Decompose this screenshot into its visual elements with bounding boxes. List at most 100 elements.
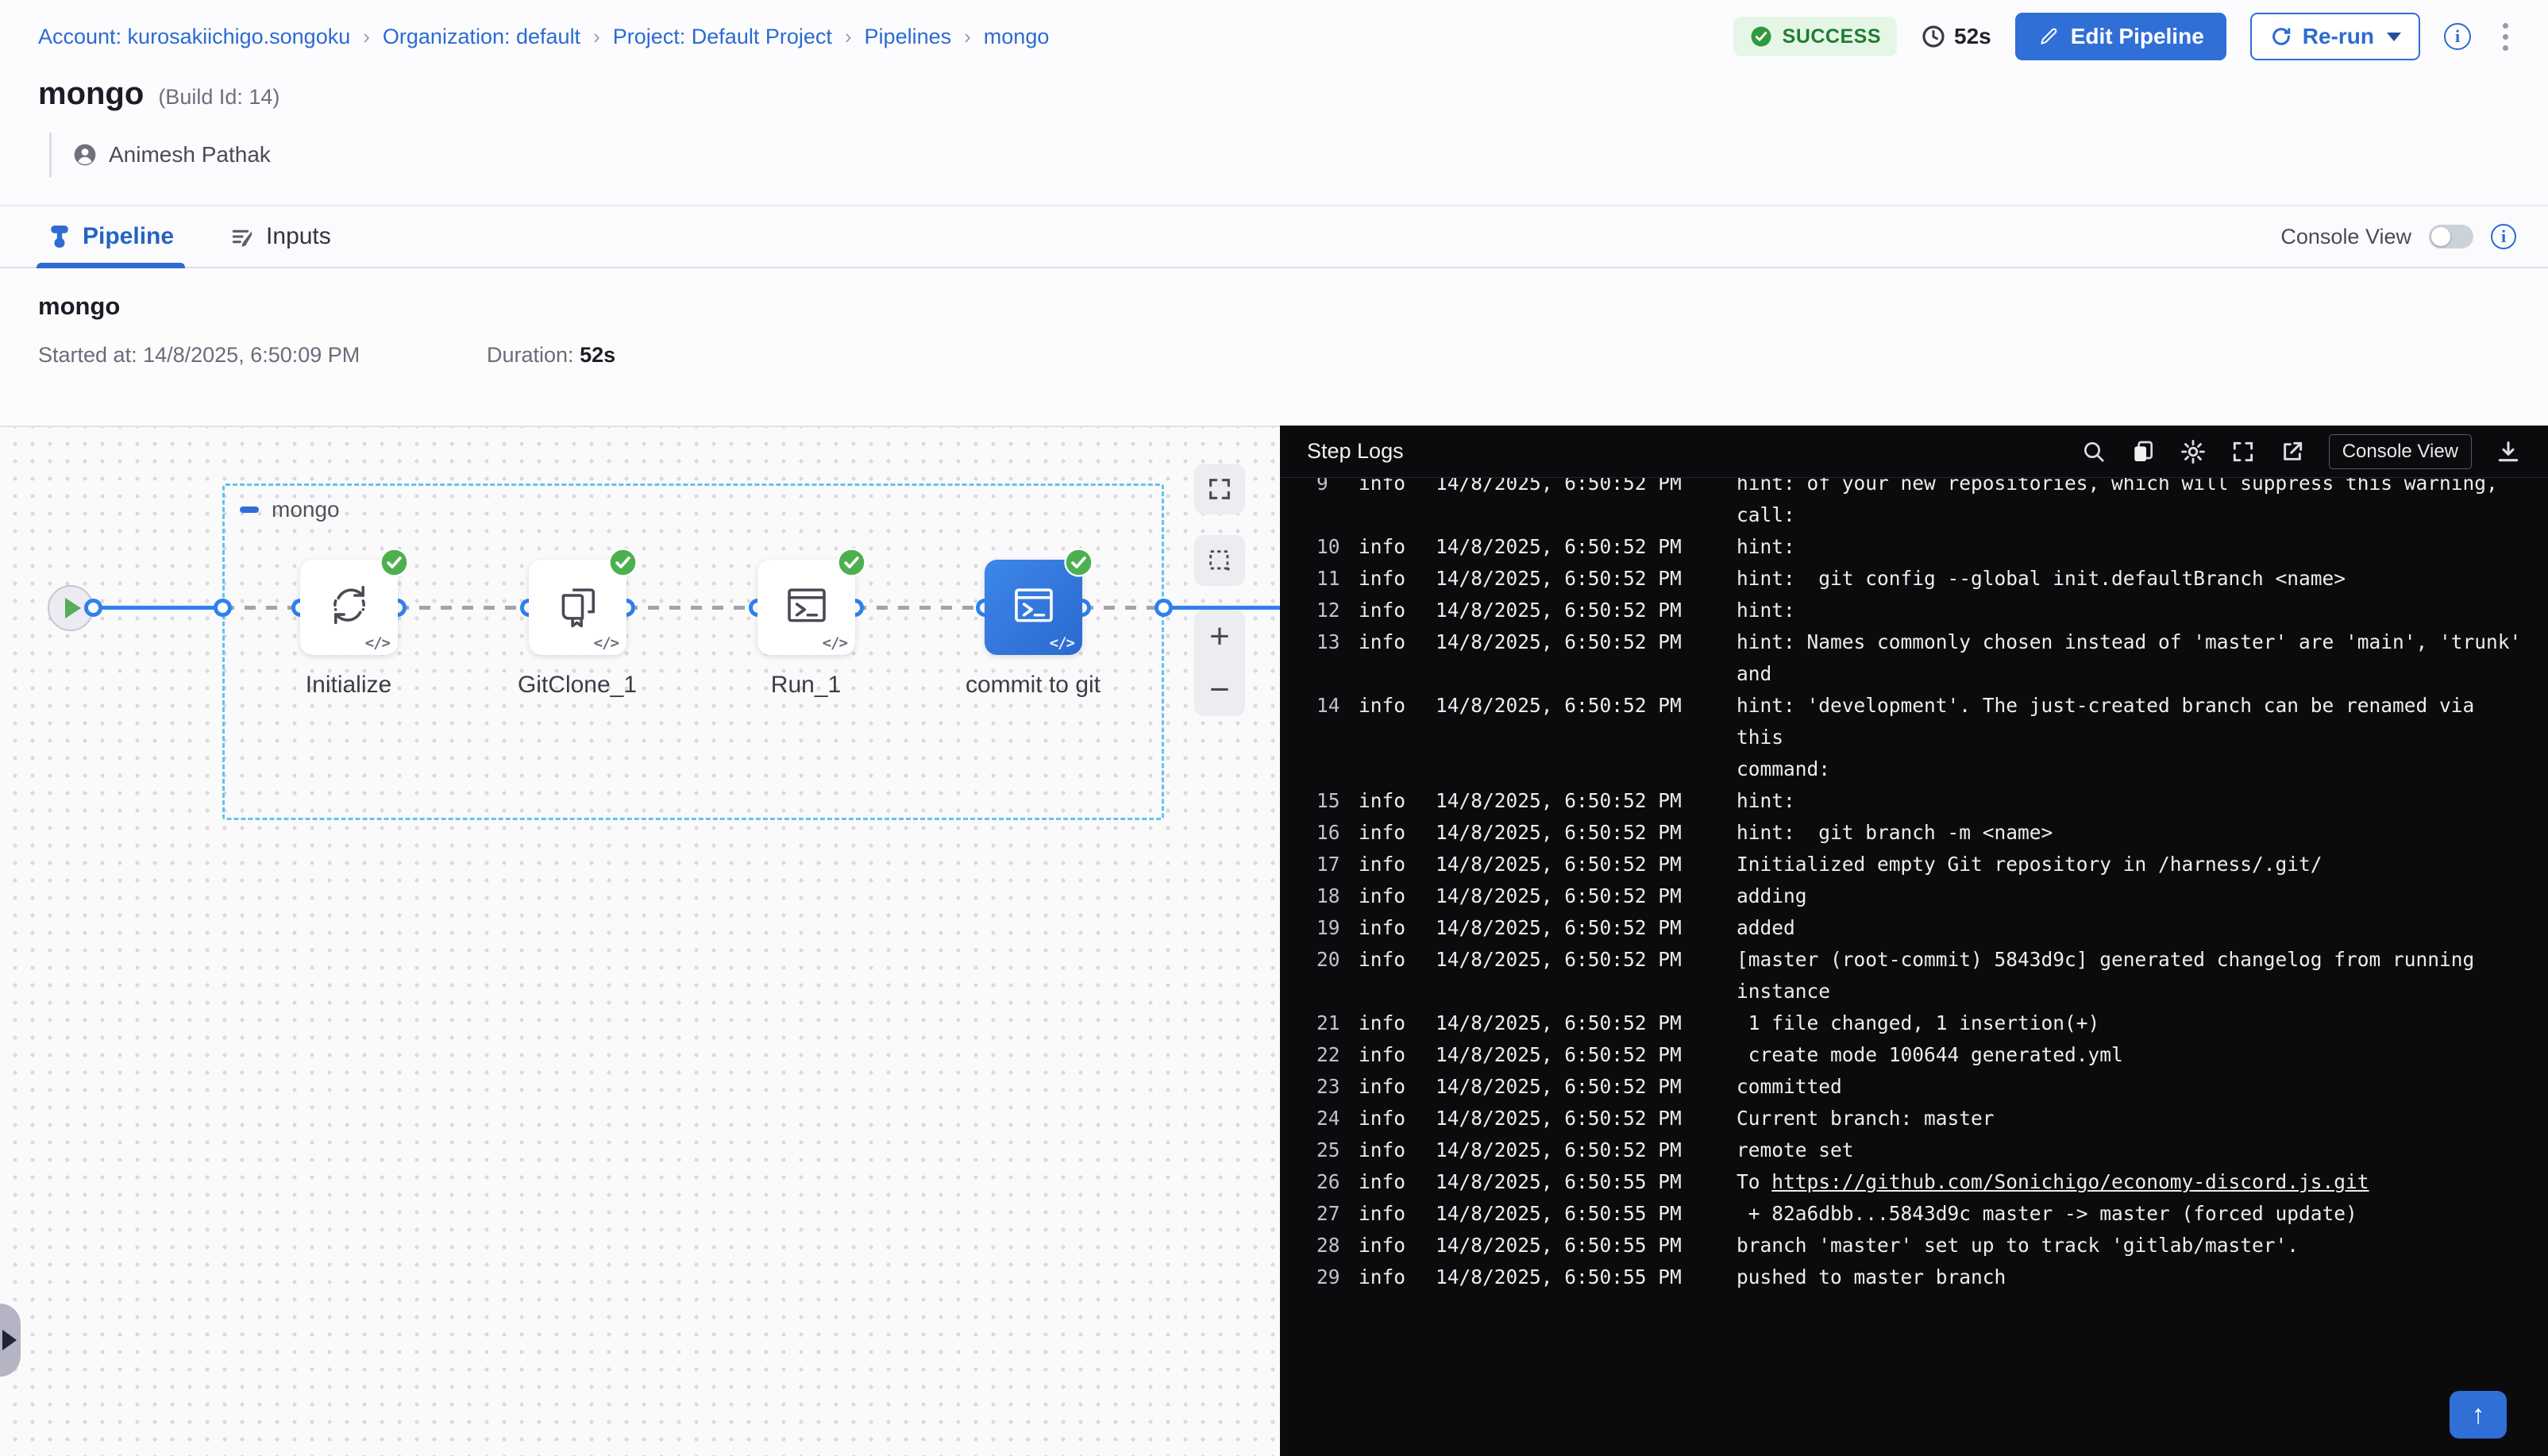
log-line: 28info14/8/2025, 6:50:55 PMbranch 'maste… [1316,1230,2524,1261]
code-tag: </> [365,634,390,652]
settings-gear-icon[interactable] [2180,438,2207,465]
breadcrumb-item[interactable]: Organization: default [383,25,580,49]
log-line: 26info14/8/2025, 6:50:55 PMTo https://gi… [1316,1166,2524,1198]
port-ring [1155,599,1173,617]
connector-line [1082,606,1164,610]
breadcrumb: Account: kurosakiichigo.songoku › Organiza… [38,25,1049,49]
console-view-info-icon[interactable]: i [2491,224,2516,249]
edit-pipeline-button[interactable]: Edit Pipeline [2015,13,2226,60]
breadcrumb-separator: › [964,25,971,49]
log-line: 19info14/8/2025, 6:50:52 PMadded [1316,912,2524,944]
tab-inputs[interactable]: Inputs [229,206,331,267]
left-panel-expander[interactable] [0,1304,21,1377]
log-line: 23info14/8/2025, 6:50:52 PMcommitted [1316,1071,2524,1103]
breadcrumb-item[interactable]: Pipelines [865,25,952,49]
edit-pipeline-label: Edit Pipeline [2071,24,2204,49]
zoom-out-button[interactable]: − [1209,672,1230,707]
author-name: Animesh Pathak [109,142,271,168]
rerun-label: Re-run [2303,24,2374,49]
terminal-icon [1008,579,1060,631]
step-node-gitclone_1[interactable]: </> [529,560,626,655]
step-node-run_1[interactable]: </> [757,560,855,655]
refresh-icon [2269,25,2293,48]
step-success-icon [1064,548,1093,577]
tab-pipeline[interactable]: Pipeline [48,206,174,267]
duration-indicator: 52s [1921,24,1991,49]
clone-icon [552,579,604,631]
breadcrumb-separator: › [363,25,370,49]
open-external-icon[interactable] [2280,439,2305,464]
step-logs-panel: Step Logs Console View 9info14/8/202 [1280,426,2548,1456]
log-header: Step Logs Console View [1280,426,2548,478]
status-text: SUCCESS [1783,25,1881,48]
scroll-to-top-button[interactable]: ↑ [2450,1391,2507,1439]
connector-line [223,606,301,610]
step-node-commit-to-git[interactable]: </> [985,560,1082,655]
log-line: 24info14/8/2025, 6:50:52 PMCurrent branc… [1316,1103,2524,1134]
zoom-controls: + − [1194,610,1245,716]
port-ring [214,599,232,617]
log-panel-title: Step Logs [1307,439,1404,464]
step-label: Initialize [229,672,468,699]
build-header: mongo (Build Id: 14) Animesh Pathak [38,76,279,177]
run-name: mongo [38,292,2548,321]
port-ring [84,599,102,617]
log-line: 13info14/8/2025, 6:50:52 PMhint: Names c… [1316,626,2524,690]
breadcrumb-item[interactable]: Account: kurosakiichigo.songoku [38,25,350,49]
fullscreen-icon[interactable] [2230,439,2256,464]
inputs-icon [229,224,255,249]
more-options-icon[interactable] [2495,18,2516,56]
rerun-button[interactable]: Re-run [2250,13,2420,60]
log-line: 18info14/8/2025, 6:50:52 PMadding [1316,880,2524,912]
log-body[interactable]: 9info14/8/2025, 6:50:52 PMhint: of your … [1280,478,2548,1456]
copy-icon[interactable] [2130,439,2156,464]
log-line: 20info14/8/2025, 6:50:52 PM[master (root… [1316,944,2524,1007]
log-link[interactable]: https://github.com/Sonichigo/economy-dis… [1771,1170,2369,1193]
breadcrumb-separator: › [593,25,600,49]
run-info-section: mongo Started at: 14/8/2025, 6:50:09 PM … [0,270,2548,426]
log-line: 14info14/8/2025, 6:50:52 PMhint: 'develo… [1316,690,2524,785]
step-node-initialize[interactable]: </> [300,560,398,655]
chevron-down-icon[interactable] [2387,33,2401,41]
log-lines: 9info14/8/2025, 6:50:52 PMhint: of your … [1316,478,2524,1293]
collapse-stage-icon[interactable] [240,507,259,513]
expand-right-icon [2,1330,17,1350]
breadcrumb-item[interactable]: mongo [984,25,1050,49]
run-duration: Duration: 52s [487,343,615,368]
sync-icon [323,579,376,631]
top-actions: SUCCESS 52s Edit Pipeline Re-run i [1733,13,2516,60]
log-line: 11info14/8/2025, 6:50:52 PMhint: git con… [1316,563,2524,595]
breadcrumb-separator: › [845,25,852,49]
code-tag: </> [1050,634,1074,652]
canvas-fullscreen-button[interactable] [1194,464,1245,514]
search-icon[interactable] [2081,439,2107,464]
code-tag: </> [594,634,619,652]
page-title: mongo [38,76,144,112]
download-icon[interactable] [2496,439,2521,464]
connector-line [398,606,530,610]
pipeline-icon [48,224,71,249]
author-row: Animesh Pathak [49,133,279,177]
connector-line [626,606,758,610]
breadcrumb-item[interactable]: Project: Default Project [613,25,832,49]
console-view-label: Console View [2280,225,2411,249]
stage-label: mongo [272,497,340,522]
pipeline-canvas[interactable]: mongo </>Initialize</>GitClone_1</>Run_1… [0,426,1280,1456]
log-line: 27info14/8/2025, 6:50:55 PM + 82a6dbb...… [1316,1198,2524,1230]
tab-bar: Pipeline Inputs Console View i [0,205,2548,268]
started-at: Started at: 14/8/2025, 6:50:09 PM [38,343,487,368]
pencil-icon [2037,25,2060,48]
log-line: 29info14/8/2025, 6:50:55 PMpushed to mas… [1316,1261,2524,1293]
zoom-in-button[interactable]: + [1209,619,1230,654]
log-line: 9info14/8/2025, 6:50:52 PMhint: of your … [1316,478,2524,531]
tab-inputs-label: Inputs [266,223,331,250]
log-line: 15info14/8/2025, 6:50:52 PMhint: [1316,785,2524,817]
connector-line [93,606,223,610]
status-badge: SUCCESS [1733,17,1897,56]
info-icon[interactable]: i [2444,23,2471,50]
console-view-toggle[interactable] [2429,225,2473,248]
play-icon [65,598,81,618]
console-view-button[interactable]: Console View [2329,434,2472,469]
canvas-select-button[interactable] [1194,535,1245,586]
terminal-icon [781,579,833,631]
